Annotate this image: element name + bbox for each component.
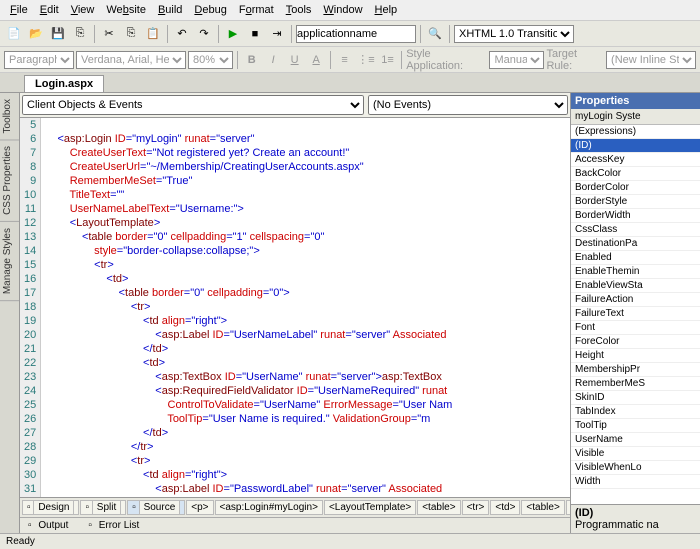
error-list-tab[interactable]: ▫ Error List <box>84 519 147 532</box>
left-tool-tabs: Toolbox CSS Properties Manage Styles <box>0 93 20 533</box>
property-row[interactable]: SkinID <box>571 391 700 405</box>
property-row[interactable]: Font <box>571 321 700 335</box>
style-mode-select[interactable]: Manual <box>489 51 544 69</box>
bold-icon[interactable]: B <box>242 50 261 70</box>
new-icon[interactable]: 📄 <box>4 24 24 44</box>
find-icon[interactable]: 🔍 <box>425 24 445 44</box>
property-row[interactable]: CssClass <box>571 223 700 237</box>
property-row[interactable]: UserName <box>571 433 700 447</box>
menu-window[interactable]: Window <box>317 2 368 18</box>
manage-styles-tab[interactable]: Manage Styles <box>0 222 19 301</box>
font-select[interactable]: Verdana, Arial, Hel <box>76 51 186 69</box>
bullets-icon[interactable]: ⋮≡ <box>356 50 375 70</box>
property-row[interactable]: DestinationPa <box>571 237 700 251</box>
underline-icon[interactable]: U <box>285 50 304 70</box>
document-tabs: Login.aspx <box>0 73 700 93</box>
property-row[interactable]: MembershipPr <box>571 363 700 377</box>
copy-icon[interactable]: ⎘ <box>121 24 141 44</box>
menu-file[interactable]: File <box>4 2 34 18</box>
property-row[interactable]: Width <box>571 475 700 489</box>
split-view-button[interactable]: ▫ Split <box>80 500 126 515</box>
property-row[interactable]: (Expressions) <box>571 125 700 139</box>
menu-debug[interactable]: Debug <box>188 2 232 18</box>
align-left-icon[interactable]: ≡ <box>335 50 354 70</box>
property-row[interactable]: FailureText <box>571 307 700 321</box>
menu-help[interactable]: Help <box>369 2 404 18</box>
stop-icon[interactable]: ■ <box>245 24 265 44</box>
step-icon[interactable]: ⇥ <box>267 24 287 44</box>
crumb[interactable]: <tr> <box>462 500 490 515</box>
properties-object[interactable]: myLogin Syste <box>571 109 700 125</box>
properties-grid[interactable]: (Expressions)(ID)AccessKeyBackColorBorde… <box>571 125 700 504</box>
style-app-label: Style Application: <box>406 48 487 72</box>
crumb[interactable]: <asp:Login#myLogin> <box>215 500 323 515</box>
numbering-icon[interactable]: 1≡ <box>378 50 397 70</box>
property-row[interactable]: ForeColor <box>571 335 700 349</box>
toolbox-tab[interactable]: Toolbox <box>0 93 19 140</box>
properties-title: Properties <box>571 93 700 109</box>
design-view-button[interactable]: ▫ Design <box>22 500 79 515</box>
property-row[interactable]: FailureAction <box>571 293 700 307</box>
open-icon[interactable]: 📂 <box>26 24 46 44</box>
property-row[interactable]: BorderStyle <box>571 195 700 209</box>
run-icon[interactable]: ▶ <box>223 24 243 44</box>
property-row[interactable]: Visible <box>571 447 700 461</box>
property-row[interactable]: (ID) <box>571 139 700 153</box>
font-color-icon[interactable]: A <box>306 50 325 70</box>
doctype-select[interactable]: XHTML 1.0 Transitional ( <box>454 25 574 43</box>
save-icon[interactable]: 💾 <box>48 24 68 44</box>
standard-toolbar: 📄 📂 💾 ⎘ ✂ ⎘ 📋 ↶ ↷ ▶ ■ ⇥ 🔍 XHTML 1.0 Tran… <box>0 21 700 47</box>
view-breadcrumb: ▫ Design ▫ Split ▫ Source <p> <asp:Login… <box>20 497 570 517</box>
property-row[interactable]: EnableViewSta <box>571 279 700 293</box>
save-all-icon[interactable]: ⎘ <box>70 24 90 44</box>
crumb[interactable]: <td> <box>490 500 520 515</box>
menu-bar: File Edit View Website Build Debug Forma… <box>0 0 700 21</box>
menu-edit[interactable]: Edit <box>34 2 65 18</box>
property-row[interactable]: BorderWidth <box>571 209 700 223</box>
bottom-panel-tabs: ▫ Output ▫ Error List <box>20 517 570 533</box>
property-row[interactable]: BackColor <box>571 167 700 181</box>
crumb[interactable]: <LayoutTemplate> <box>324 500 416 515</box>
property-row[interactable]: AccessKey <box>571 153 700 167</box>
property-row[interactable]: Height <box>571 349 700 363</box>
undo-icon[interactable]: ↶ <box>172 24 192 44</box>
paste-icon[interactable]: 📋 <box>143 24 163 44</box>
code-editor[interactable]: 5678910111213141516171819202122232425262… <box>20 118 570 497</box>
property-row[interactable]: BorderColor <box>571 181 700 195</box>
output-tab[interactable]: ▫ Output <box>24 519 76 532</box>
target-rule-label: Target Rule: <box>546 48 604 72</box>
status-bar: Ready <box>0 533 700 549</box>
properties-panel: Properties myLogin Syste (Expressions)(I… <box>570 93 700 533</box>
events-dropdown[interactable]: (No Events) <box>368 95 568 115</box>
code-lines[interactable]: <asp:Login ID="myLogin" runat="server" C… <box>41 118 452 497</box>
property-row[interactable]: RememberMeS <box>571 377 700 391</box>
property-row[interactable]: EnableThemin <box>571 265 700 279</box>
property-row[interactable]: VisibleWhenLo <box>571 461 700 475</box>
css-properties-tab[interactable]: CSS Properties <box>0 140 19 222</box>
size-select[interactable]: 80% <box>188 51 233 69</box>
menu-build[interactable]: Build <box>152 2 188 18</box>
source-view-button[interactable]: ▫ Source <box>127 500 185 515</box>
menu-format[interactable]: Format <box>233 2 280 18</box>
menu-website[interactable]: Website <box>100 2 152 18</box>
crumb[interactable]: <table> <box>417 500 460 515</box>
property-row[interactable]: ToolTip <box>571 419 700 433</box>
app-name-input[interactable] <box>296 25 416 43</box>
cut-icon[interactable]: ✂ <box>99 24 119 44</box>
line-gutter: 5678910111213141516171819202122232425262… <box>20 118 41 497</box>
objects-dropdown[interactable]: Client Objects & Events <box>22 95 364 115</box>
redo-icon[interactable]: ↷ <box>194 24 214 44</box>
property-row[interactable]: TabIndex <box>571 405 700 419</box>
formatting-toolbar: Paragraph Verdana, Arial, Hel 80% B I U … <box>0 47 700 73</box>
block-format-select[interactable]: Paragraph <box>4 51 74 69</box>
tab-login-aspx[interactable]: Login.aspx <box>24 75 104 92</box>
menu-tools[interactable]: Tools <box>280 2 318 18</box>
properties-description: (ID)Programmatic na <box>571 504 700 533</box>
italic-icon[interactable]: I <box>263 50 282 70</box>
menu-view[interactable]: View <box>65 2 101 18</box>
crumb[interactable]: <table> <box>521 500 564 515</box>
crumb[interactable]: <p> <box>186 500 213 515</box>
property-row[interactable]: Enabled <box>571 251 700 265</box>
target-rule-select[interactable]: (New Inline Style) <box>606 51 696 69</box>
